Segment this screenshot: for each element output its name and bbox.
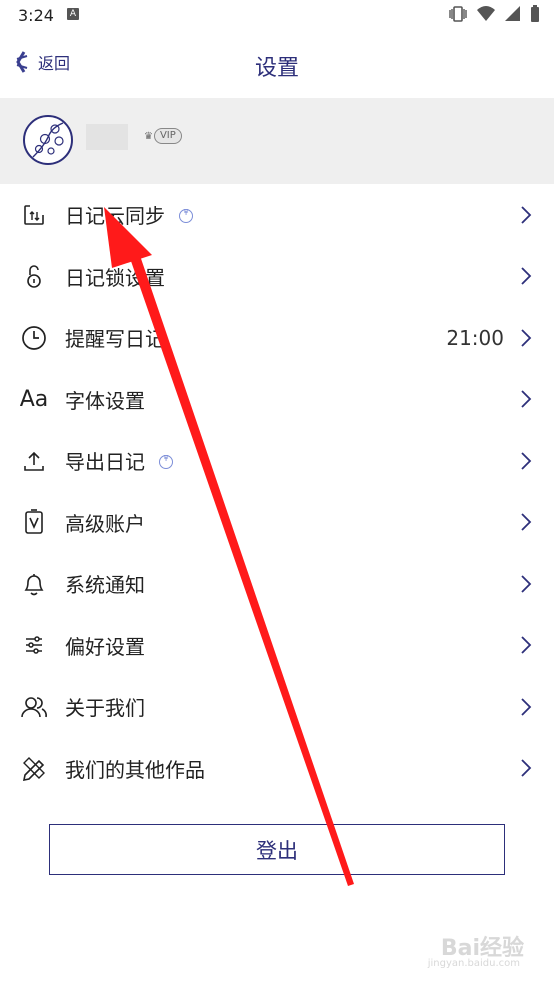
chevron-right-icon xyxy=(521,575,532,593)
menu-item-export[interactable]: 导出日记 xyxy=(0,430,554,492)
menu-label: 我们的其他作品 xyxy=(65,757,205,782)
lock-icon xyxy=(20,262,48,290)
people-icon xyxy=(20,693,48,721)
settings-menu: 日记云同步 日记锁设置 提醒写日记 21:00 Aa 字体设置 导出日记 高级账… xyxy=(0,184,554,799)
status-bar: 3:24 A xyxy=(0,0,554,30)
menu-item-other-works[interactable]: 我们的其他作品 xyxy=(0,738,554,800)
tools-icon xyxy=(20,754,48,782)
chevron-right-icon xyxy=(521,329,532,347)
chevron-right-icon xyxy=(521,698,532,716)
menu-item-notifications[interactable]: 系统通知 xyxy=(0,553,554,615)
menu-label: 偏好设置 xyxy=(65,634,145,659)
menu-item-premium[interactable]: 高级账户 xyxy=(0,492,554,554)
chevron-right-icon xyxy=(521,452,532,470)
menu-label: 提醒写日记 xyxy=(65,327,165,352)
logout-label: 登出 xyxy=(256,838,298,863)
coin-icon xyxy=(179,208,193,223)
menu-label: 日记云同步 xyxy=(65,204,165,229)
premium-account-icon xyxy=(20,508,48,536)
wifi-icon xyxy=(477,6,495,21)
menu-item-cloud-sync[interactable]: 日记云同步 xyxy=(0,184,554,246)
watermark-url: jingyan.baidu.com xyxy=(427,958,520,969)
cloud-sync-icon xyxy=(20,201,48,229)
top-bar: 返回 设置 xyxy=(0,36,554,92)
page-title: 设置 xyxy=(254,56,299,81)
clock-icon xyxy=(20,324,48,352)
chevron-right-icon xyxy=(521,513,532,531)
menu-item-preferences[interactable]: 偏好设置 xyxy=(0,615,554,677)
profile-card[interactable]: ♛ VIP xyxy=(0,98,554,184)
menu-label: 字体设置 xyxy=(65,388,145,413)
plum-blossom-icon xyxy=(32,122,64,158)
signal-icon xyxy=(505,6,520,21)
font-icon: Aa xyxy=(19,386,49,412)
menu-label: 日记锁设置 xyxy=(65,265,165,290)
export-icon xyxy=(20,447,48,475)
logout-button[interactable]: 登出 xyxy=(49,824,505,875)
avatar[interactable] xyxy=(23,115,73,165)
bell-icon xyxy=(20,570,48,598)
vibrate-icon xyxy=(449,6,467,22)
status-time: 3:24 xyxy=(18,6,54,25)
username-redacted xyxy=(86,124,128,150)
menu-item-reminder[interactable]: 提醒写日记 21:00 xyxy=(0,307,554,369)
chevron-right-icon xyxy=(521,267,532,285)
chevron-right-icon xyxy=(521,759,532,777)
menu-item-font[interactable]: Aa 字体设置 xyxy=(0,369,554,431)
reminder-time: 21:00 xyxy=(446,325,504,350)
menu-label: 系统通知 xyxy=(65,573,145,598)
vip-badge: VIP xyxy=(153,128,182,144)
menu-label: 关于我们 xyxy=(65,696,145,721)
menu-label: 导出日记 xyxy=(65,450,145,475)
menu-item-about[interactable]: 关于我们 xyxy=(0,676,554,738)
status-icons xyxy=(448,5,540,23)
notification-icon: A xyxy=(67,8,79,20)
battery-icon xyxy=(531,5,539,22)
chevron-right-icon xyxy=(521,636,532,654)
chevron-right-icon xyxy=(521,390,532,408)
vip-status: ♛ VIP xyxy=(144,128,182,144)
crown-icon: ♛ xyxy=(144,130,153,142)
menu-label: 高级账户 xyxy=(65,511,145,536)
menu-item-diary-lock[interactable]: 日记锁设置 xyxy=(0,246,554,308)
chevron-right-icon xyxy=(521,206,532,224)
sliders-icon xyxy=(20,631,48,659)
coin-icon xyxy=(159,454,173,469)
